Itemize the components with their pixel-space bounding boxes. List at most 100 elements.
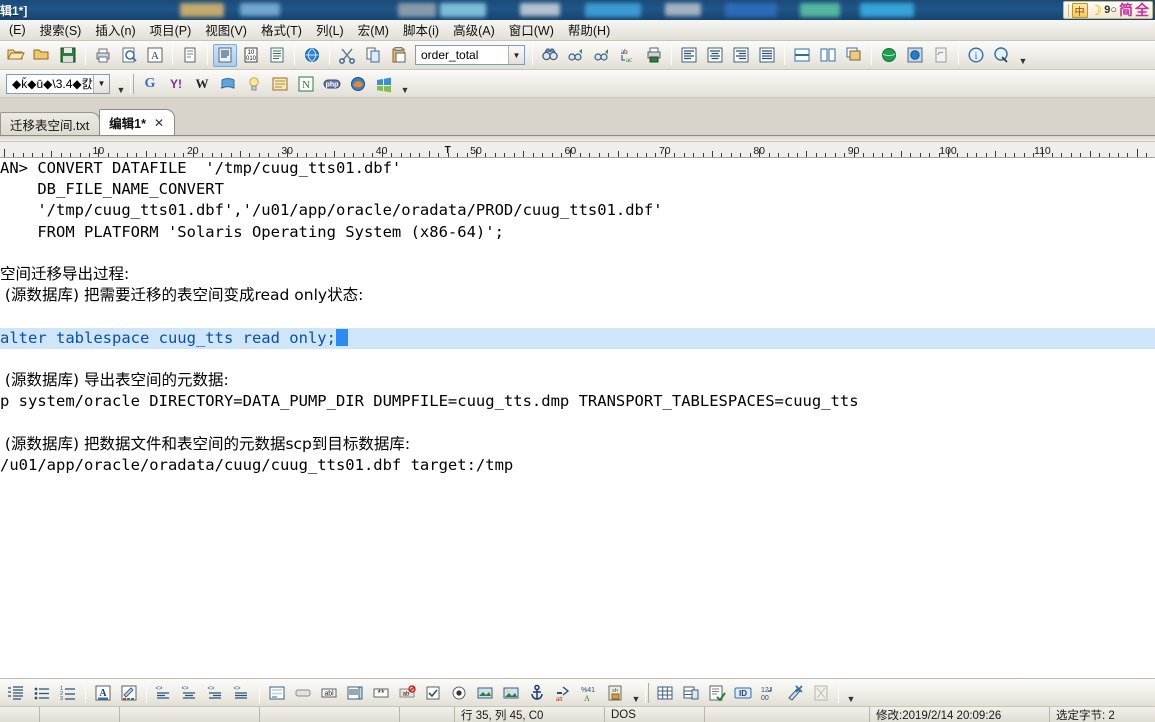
- toolbar-overflow-icon[interactable]: ▼: [1017, 44, 1029, 66]
- chevron-down-icon[interactable]: ▼: [93, 74, 109, 93]
- find-previous-icon[interactable]: [564, 44, 588, 67]
- hidden-field-icon[interactable]: ab: [395, 681, 419, 704]
- password-field-icon[interactable]: **: [369, 681, 393, 704]
- editor-line[interactable]: 空间迁移导出过程:: [0, 264, 1155, 285]
- open-file-icon[interactable]: [4, 44, 28, 67]
- ime-status-icon[interactable]: 中: [1071, 2, 1088, 18]
- tag-align-left-icon[interactable]: <>: [152, 681, 176, 704]
- clear-format-icon[interactable]: [783, 681, 807, 704]
- save-icon[interactable]: [56, 44, 80, 67]
- menu-search[interactable]: 搜索(S): [33, 18, 89, 42]
- align-left-icon[interactable]: [677, 44, 701, 67]
- tag-align-right-icon[interactable]: <>: [204, 681, 228, 704]
- align-justify-icon[interactable]: [755, 44, 779, 67]
- bulleted-list-icon[interactable]: [30, 681, 54, 704]
- font-select-combo[interactable]: ◆ǩ◆ū◆\3.4◆캀 ▼: [6, 73, 110, 94]
- menu-window[interactable]: 窗口(W): [502, 18, 561, 42]
- menu-help[interactable]: 帮助(H): [561, 18, 617, 42]
- numbered-list-icon[interactable]: 123: [56, 681, 80, 704]
- tab-migration-tablespace[interactable]: 迁移表空间.txt: [0, 112, 101, 135]
- tag-align-center-icon[interactable]: <>: [178, 681, 202, 704]
- ime-simplified-toggle[interactable]: 简: [1119, 2, 1133, 18]
- menu-project[interactable]: 项目(P): [143, 18, 199, 42]
- print-preview-icon[interactable]: [117, 44, 141, 67]
- menu-macro[interactable]: 宏(M): [351, 18, 396, 42]
- editor-line[interactable]: p system/oracle DIRECTORY=DATA_PUMP_DIR …: [0, 391, 1155, 412]
- textarea-icon[interactable]: [343, 681, 367, 704]
- toolbar-overflow-icon[interactable]: ▼: [845, 682, 857, 704]
- menu-advanced[interactable]: 高级(A): [446, 18, 502, 42]
- tip-idea-icon[interactable]: [242, 72, 266, 95]
- menu-view[interactable]: 视图(V): [198, 18, 254, 42]
- refresh-page-icon[interactable]: [929, 44, 953, 67]
- anchor-icon[interactable]: [525, 681, 549, 704]
- image-button-icon[interactable]: [473, 681, 497, 704]
- tag-align-justify-icon[interactable]: <>: [230, 681, 254, 704]
- editor-line[interactable]: [0, 243, 1155, 264]
- cut-icon[interactable]: [335, 44, 359, 67]
- notes-icon[interactable]: [268, 72, 292, 95]
- menu-insert[interactable]: 插入(n): [88, 18, 142, 42]
- toolbar-overflow-icon[interactable]: ▼: [630, 682, 642, 704]
- chevron-down-icon[interactable]: ▼: [508, 46, 524, 64]
- highlight-color-icon[interactable]: [117, 681, 141, 704]
- editor-line[interactable]: (源数据库) 把数据文件和表空间的元数据scp到目标数据库:: [0, 434, 1155, 455]
- radio-button-icon[interactable]: [447, 681, 471, 704]
- table-row-icon[interactable]: [679, 681, 703, 704]
- align-right-icon[interactable]: [729, 44, 753, 67]
- disabled-tool-icon[interactable]: [809, 681, 833, 704]
- notepad-icon[interactable]: N: [294, 72, 318, 95]
- font-format-icon[interactable]: A: [143, 44, 167, 67]
- document-properties-icon[interactable]: [213, 43, 237, 67]
- close-icon[interactable]: ✕: [154, 116, 164, 130]
- copy-icon[interactable]: [361, 44, 385, 67]
- toolbar-overflow-icon[interactable]: ▼: [399, 73, 411, 95]
- toolbar-grip[interactable]: [645, 682, 649, 703]
- editor-line[interactable]: DB_FILE_NAME_CONVERT: [0, 179, 1155, 200]
- cascade-windows-icon[interactable]: [842, 44, 866, 67]
- insert-table-icon[interactable]: [653, 681, 677, 704]
- split-horizontal-icon[interactable]: [790, 44, 814, 67]
- split-vertical-icon[interactable]: [816, 44, 840, 67]
- editor-line[interactable]: FROM PLATFORM 'Solaris Operating System …: [0, 222, 1155, 243]
- new-document-icon[interactable]: [178, 44, 202, 67]
- menu-column[interactable]: 列(L): [309, 18, 351, 42]
- validate-icon[interactable]: [705, 681, 729, 704]
- document-list-icon[interactable]: [265, 44, 289, 67]
- form-icon[interactable]: [265, 681, 289, 704]
- info-icon[interactable]: i: [964, 44, 988, 67]
- editor-line[interactable]: [0, 349, 1155, 370]
- dictionary-icon[interactable]: [216, 72, 240, 95]
- editor-line[interactable]: alter tablespace cuug_tts read only;: [0, 327, 1155, 349]
- menu-edit[interactable]: (E): [2, 21, 33, 40]
- php-manual-icon[interactable]: php: [320, 72, 344, 95]
- numbering-icon[interactable]: 12 00: [757, 681, 781, 704]
- editor-line[interactable]: (源数据库) 导出表空间的元数据:: [0, 370, 1155, 391]
- special-char-icon[interactable]: %41 A: [577, 681, 601, 704]
- ime-fullwidth-toggle[interactable]: 全: [1135, 2, 1149, 18]
- hex-view-icon[interactable]: 10 010: [239, 44, 263, 67]
- ime-moon-icon[interactable]: ☽: [1090, 3, 1103, 17]
- insert-image-icon[interactable]: [499, 681, 523, 704]
- word-wrap-combo[interactable]: order_total ▼: [415, 45, 525, 65]
- print-current-icon[interactable]: [642, 44, 666, 67]
- menu-format[interactable]: 格式(T): [254, 18, 309, 42]
- browser-preview-icon[interactable]: [300, 44, 324, 67]
- font-color-icon[interactable]: A: [91, 681, 115, 704]
- checkbox-icon[interactable]: [421, 681, 445, 704]
- tab-stop-marker[interactable]: T: [445, 145, 451, 156]
- browser-icon[interactable]: [877, 44, 901, 67]
- text-field-icon[interactable]: abl: [317, 681, 341, 704]
- paste-icon[interactable]: [387, 44, 411, 67]
- preview-window-icon[interactable]: [903, 44, 927, 67]
- google-search-icon[interactable]: G: [138, 72, 162, 95]
- ime-toolbar[interactable]: 中 ☽ 9○ 简 全: [1062, 1, 1153, 19]
- menu-script[interactable]: 脚本(i): [396, 18, 446, 42]
- script-block-icon[interactable]: sh: [603, 681, 627, 704]
- editor-line[interactable]: [0, 306, 1155, 327]
- editor-line[interactable]: (源数据库) 把需要迁移的表空间变成read only状态:: [0, 285, 1155, 306]
- insert-link-icon[interactable]: alt: [551, 681, 575, 704]
- align-center-icon[interactable]: [703, 44, 727, 67]
- windows-icon[interactable]: [372, 72, 396, 95]
- text-editor-area[interactable]: AN> CONVERT DATAFILE '/tmp/cuug_tts01.db…: [0, 158, 1155, 678]
